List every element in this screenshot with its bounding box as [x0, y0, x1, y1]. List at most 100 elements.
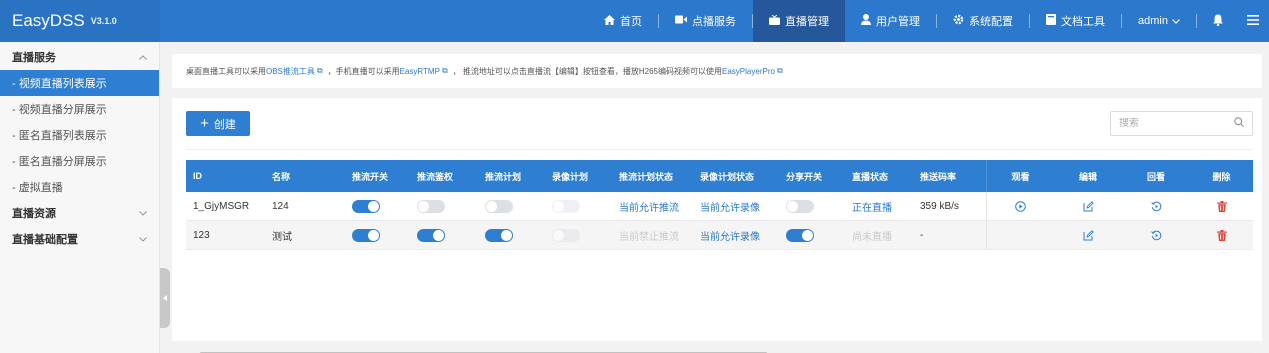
- table-cell: [1122, 221, 1190, 249]
- col-header-push-switch[interactable]: 推流开关: [345, 160, 410, 192]
- col-header-live-status[interactable]: 直播状态: [845, 160, 913, 192]
- create-button[interactable]: + 创建: [186, 111, 250, 136]
- nav-vod[interactable]: 点播服务: [659, 0, 752, 42]
- table-cell: [986, 192, 1054, 220]
- main-content: 桌面直播工具可以采用 OBS推流工具 ⧉ ，手机直播可以采用 EasyRTMP …: [172, 54, 1262, 353]
- table-cell: [545, 192, 612, 220]
- notifications-button[interactable]: [1197, 0, 1239, 42]
- table-header-row: ID 名称 推流开关 推流鉴权 推流计划 录像计划 推流计划状态 录像计划状态 …: [186, 160, 1253, 192]
- user-name: admin: [1138, 15, 1168, 27]
- col-header-push-plan[interactable]: 推流计划: [478, 160, 545, 192]
- nav-docs-label: 文档工具: [1061, 16, 1106, 28]
- record-plan-toggle[interactable]: [552, 199, 580, 213]
- record-plan-toggle[interactable]: [552, 228, 580, 242]
- replay-icon[interactable]: [1150, 201, 1162, 212]
- play-circle-icon[interactable]: [1015, 200, 1026, 212]
- table-cell: [345, 192, 410, 220]
- main-nav: 首页 点播服务 直播管理 用户管理 系统配置 文档工具 admin: [588, 0, 1269, 42]
- col-header-record-plan-status[interactable]: 录像计划状态: [693, 160, 779, 192]
- sidebar-item-virtual-live[interactable]: - 虚拟直播: [0, 174, 159, 200]
- share-switch-toggle[interactable]: [786, 228, 814, 242]
- nav-home-label: 首页: [620, 16, 643, 28]
- obs-link[interactable]: OBS推流工具: [266, 66, 315, 77]
- sidebar-item-anon-list[interactable]: - 匿名直播列表展示: [0, 122, 159, 148]
- trash-icon[interactable]: [1216, 200, 1227, 212]
- col-header-share-switch[interactable]: 分享开关: [779, 160, 845, 192]
- table-row[interactable]: 1_GjyMSGR 124 当前允许推流 当前允许录像 正在直播 359 kB/s: [186, 192, 1253, 221]
- easyplayerpro-link[interactable]: EasyPlayerPro: [722, 67, 775, 76]
- share-switch-toggle[interactable]: [786, 199, 814, 213]
- search-input[interactable]: [1119, 118, 1219, 129]
- divider: [186, 149, 1253, 150]
- create-button-label: 创建: [213, 118, 236, 131]
- push-plan-toggle[interactable]: [485, 199, 513, 213]
- gear-icon: [953, 14, 964, 28]
- replay-icon[interactable]: [1150, 230, 1162, 241]
- plus-icon: +: [200, 115, 209, 132]
- col-header-watch: 观看: [986, 160, 1054, 192]
- sidebar-item-live-split[interactable]: - 视频直播分屏展示: [0, 96, 159, 122]
- sidebar-item-live-list[interactable]: - 视频直播列表展示: [0, 70, 159, 96]
- sidebar-group-label: 直播基础配置: [12, 234, 78, 246]
- nav-system[interactable]: 系统配置: [937, 0, 1029, 42]
- col-header-push-plan-status[interactable]: 推流计划状态: [612, 160, 693, 192]
- bell-icon: [1213, 14, 1223, 29]
- sidebar-item-anon-split[interactable]: - 匿名直播分屏展示: [0, 148, 159, 174]
- cell-id: 1_GjyMSGR: [193, 200, 250, 212]
- push-plan-toggle[interactable]: [485, 228, 513, 242]
- easyrtmp-link[interactable]: EasyRTMP: [400, 67, 440, 76]
- table-row[interactable]: 123 测试 当前禁止推流 当前允许录像 尚未直播 -: [186, 221, 1253, 250]
- cell-name: 测试: [272, 231, 292, 243]
- cell-push-plan-status[interactable]: 当前允许推流: [612, 192, 693, 220]
- sidebar-collapse-handle[interactable]: [160, 268, 170, 328]
- col-header-record-plan[interactable]: 录像计划: [545, 160, 612, 192]
- sidebar-group-live-service[interactable]: 直播服务: [0, 44, 159, 70]
- col-header-bitrate[interactable]: 推送码率: [913, 160, 986, 192]
- col-header-replay: 回看: [1146, 171, 1165, 182]
- nav-docs[interactable]: 文档工具: [1030, 0, 1121, 42]
- col-header-id[interactable]: ID: [186, 160, 265, 192]
- table-cell: [1054, 221, 1122, 249]
- table-cell: [410, 192, 478, 220]
- edit-icon[interactable]: [1083, 229, 1094, 241]
- push-switch-toggle[interactable]: [352, 228, 380, 242]
- sidebar-group-live-config[interactable]: 直播基础配置: [0, 226, 159, 252]
- brand-logo[interactable]: EasyDSS V3.1.0: [0, 0, 160, 42]
- nav-home[interactable]: 首页: [588, 0, 658, 42]
- cell-bitrate: 359 kB/s: [920, 200, 959, 212]
- notice-text: ，手机直播可以采用: [327, 66, 400, 76]
- notice-text: ， 推流地址可以点击直播流【编辑】按钮查看，播放H265编码视频可以使用: [452, 66, 723, 76]
- nav-users[interactable]: 用户管理: [845, 0, 936, 42]
- table-cell: [545, 221, 612, 249]
- search-box: [1110, 111, 1253, 136]
- search-icon[interactable]: [1234, 117, 1244, 130]
- cell-live-status[interactable]: 正在直播: [845, 192, 913, 220]
- chevron-down-icon: [139, 208, 147, 218]
- push-switch-toggle[interactable]: [352, 199, 380, 213]
- col-header-name[interactable]: 名称: [265, 160, 345, 192]
- top-navbar: EasyDSS V3.1.0 首页 点播服务 直播管理 用户管理 系统配置 文档…: [0, 0, 1269, 42]
- cell-record-plan-status[interactable]: 当前允许录像: [693, 192, 779, 220]
- cell-name: 124: [272, 200, 289, 212]
- external-link-icon: ⧉: [441, 66, 448, 75]
- edit-icon[interactable]: [1083, 200, 1094, 212]
- col-header-push-auth[interactable]: 推流鉴权: [410, 160, 478, 192]
- push-auth-toggle[interactable]: [417, 199, 445, 213]
- trash-icon[interactable]: [1216, 229, 1227, 241]
- sidebar: 直播服务 - 视频直播列表展示 - 视频直播分屏展示 - 匿名直播列表展示 - …: [0, 42, 160, 353]
- book-icon: [1046, 14, 1057, 28]
- col-header-edit: 编辑: [1078, 171, 1097, 182]
- sidebar-group-live-resources[interactable]: 直播资源: [0, 200, 159, 226]
- user-menu[interactable]: admin: [1122, 0, 1196, 42]
- push-auth-toggle[interactable]: [417, 228, 445, 242]
- notice-bar: 桌面直播工具可以采用 OBS推流工具 ⧉ ，手机直播可以采用 EasyRTMP …: [172, 54, 1262, 88]
- cell-id: 123: [193, 229, 210, 241]
- table-cell: [410, 221, 478, 249]
- menu-button[interactable]: [1239, 0, 1269, 42]
- nav-live[interactable]: 直播管理: [753, 0, 846, 42]
- tv-icon: [769, 14, 781, 28]
- live-list-panel: + 创建 ID 名称 推流开关 推流鉴权 推流计划 录像计划 推流计划状态 录像…: [172, 98, 1262, 353]
- cell-record-plan-status[interactable]: 当前允许录像: [693, 221, 779, 249]
- sidebar-group-label: 直播资源: [12, 208, 56, 220]
- notice-text: 桌面直播工具可以采用: [186, 66, 266, 76]
